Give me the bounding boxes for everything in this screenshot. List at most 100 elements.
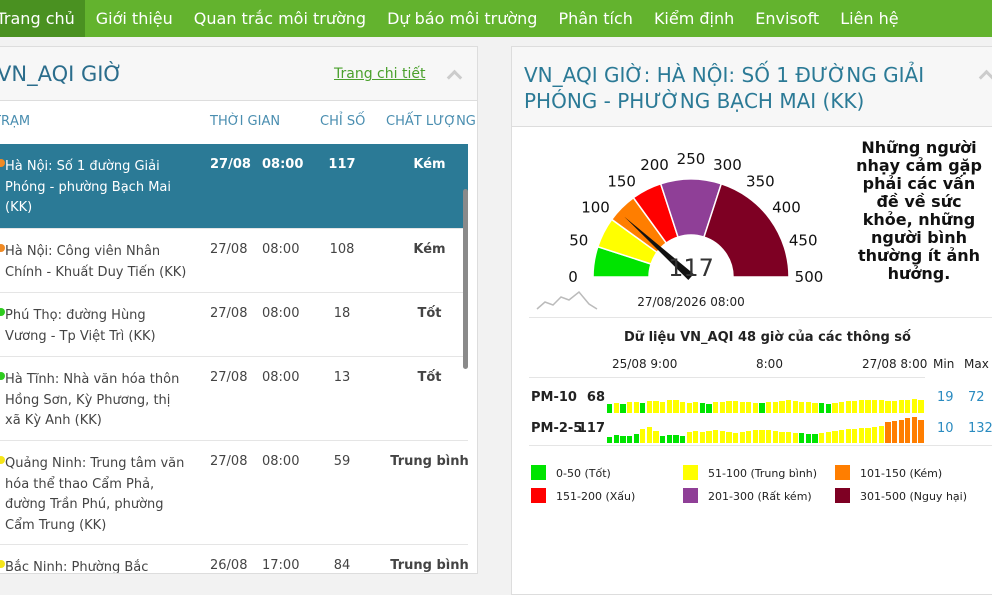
aqi-hour-bar [719,401,725,413]
gauge-value: 117 [668,254,714,282]
table-row[interactable]: Hà Tĩnh: Nhà văn hóa thôn Hồng Sơn, Kỳ P… [0,356,468,440]
nav-analysis[interactable]: Phân tích [548,0,643,37]
pm25-min: 10 [937,421,954,436]
aqi-hour-bar [905,418,911,443]
aqi-hour-bar [746,430,752,443]
table-row[interactable]: Hà Nội: Số 1 đường Giải Phóng - phường B… [0,144,468,228]
legend-good: 0-50 (Tốt) [556,467,611,480]
aqi-hour-bar [838,401,845,413]
aqi-hour-bar [852,400,858,413]
aqi-hour-bar [891,420,898,443]
station-name: Phú Thọ: đường Hùng Vương - Tp Việt Trì … [5,308,156,344]
station-name: Hà Nội: Công viên Nhân Chính - Khuất Duy… [5,244,187,280]
aqi-hour-bar [646,426,653,443]
aqi-hour-bar [626,402,633,413]
station-list-title: VN_AQI GIỜ [0,62,123,86]
aqi-hour-bar [699,431,706,443]
col-header-time: THỜI GIAN [210,114,281,129]
aqi-hour-bar [726,401,732,413]
table-row[interactable]: Bắc Ninh: Phường Bắc 26/08 17:00 84 Trun… [0,544,469,574]
row-date: 27/08 [210,242,248,257]
row-quality: Trung bình [390,558,469,573]
row-time: 17:00 [262,558,300,573]
aqi-hour-bar [726,432,732,443]
gauge-tick-label: 0 [568,268,578,286]
gauge-tick-label: 300 [713,156,742,174]
row-time: 08:00 [262,370,300,385]
aqi-hour-bar [785,432,792,443]
legend-swatch-bad [531,488,546,503]
detail-page-link[interactable]: Trang chi tiết [334,66,425,82]
aqi-hour-bar [832,402,838,413]
aqi-hour-bar [825,403,831,413]
aqi-hour-bar [613,435,619,443]
aqi-hour-bar [779,431,785,443]
aqi-hour-bar [732,400,739,413]
gauge-tick-label: 400 [772,199,801,217]
aqi-hour-bar [865,427,871,443]
aqi-hour-bar [719,431,725,443]
row-date: 26/08 [210,558,248,573]
table-row[interactable]: Quảng Ninh: Trung tâm văn hóa thể thao C… [0,440,469,544]
nav-monitoring[interactable]: Quan trắc môi trường [183,0,376,37]
gauge-tick-label: 150 [607,173,636,191]
gauge-tick-label: 350 [746,173,775,191]
aqi-hour-bar [759,403,765,413]
station-list-header: VN_AQI GIỜ Trang chi tiết [0,47,477,101]
aqi-hour-bar [819,403,825,413]
aqi-hour-bar [911,417,918,443]
station-name: Bắc Ninh: Phường Bắc [5,560,149,574]
pm10-bar-chart [607,385,925,413]
list-scrollbar[interactable] [463,189,468,369]
nav-inspection[interactable]: Kiểm định [643,0,744,37]
col-header-station: TRẠM [0,114,31,129]
aqi-hour-bar [885,422,891,443]
aqi-hour-bar [713,430,719,443]
table-row[interactable]: Phú Thọ: đường Hùng Vương - Tp Việt Trì … [0,292,468,356]
aqi-hour-bar [746,402,752,413]
aqi-hour-bar [858,428,865,443]
aqi-hour-bar [792,401,798,413]
nav-about[interactable]: Giới thiệu [85,0,183,37]
aqi-hour-bar [752,402,759,413]
aqi-hour-bar [878,400,884,413]
aqi-hour-bar [812,402,818,413]
divider [529,377,925,378]
nav-forecast[interactable]: Dự báo môi trường [377,0,548,37]
aqi-hour-bar [620,403,626,413]
gauge-tick-label: 500 [795,268,824,286]
col-header-quality: CHẤT LƯỢNG [386,114,476,129]
gauge-tick-label: 100 [581,199,610,217]
nav-home[interactable]: Trang chủ [0,0,86,37]
row-quality: Trung bình [390,454,469,469]
aqi-hour-bar [653,400,659,413]
row-index: 18 [333,306,351,321]
table-row[interactable]: Hà Nội: Công viên Nhân Chính - Khuất Duy… [0,228,468,292]
aqi-hour-bar [785,400,792,413]
aqi-hour-bar [898,419,904,443]
row-index: 13 [333,370,351,385]
aqi-hour-bar [845,429,851,443]
aqi-hour-bar [706,430,712,443]
gauge-tick-label: 200 [640,156,669,174]
col-header-index: CHỈ SỐ [320,114,366,129]
nav-envisoft[interactable]: Envisoft [745,0,830,37]
legend-poor: 101-150 (Kém) [860,467,943,480]
bars-mid-time: 8:00 [756,357,783,371]
aqi-hour-bar [772,401,778,413]
aqi-hour-bar [673,400,679,413]
row-time: 08:00 [262,157,304,172]
legend-hazardous: 301-500 (Nguy hại) [860,490,967,503]
main-navbar: Trang chủ Giới thiệu Quan trắc môi trườn… [0,0,992,37]
aqi-hour-bar [679,435,686,443]
station-detail-title: VN_AQI GIỜ: HÀ NỘI: SỐ 1 ĐƯỜNG GIẢI PHÓN… [524,63,925,113]
collapse-chevron-icon[interactable] [978,69,992,86]
collapse-chevron-icon[interactable] [446,69,463,86]
nav-contact[interactable]: Liên hệ [830,0,909,37]
aqi-hour-bar [779,400,785,413]
legend-very-bad: 201-300 (Rất kém) [708,490,812,503]
aqi-hour-bar [739,431,745,443]
aqi-hour-bar [799,433,805,443]
aqi-hour-bar [918,419,924,443]
aqi-hour-bar [885,400,891,413]
